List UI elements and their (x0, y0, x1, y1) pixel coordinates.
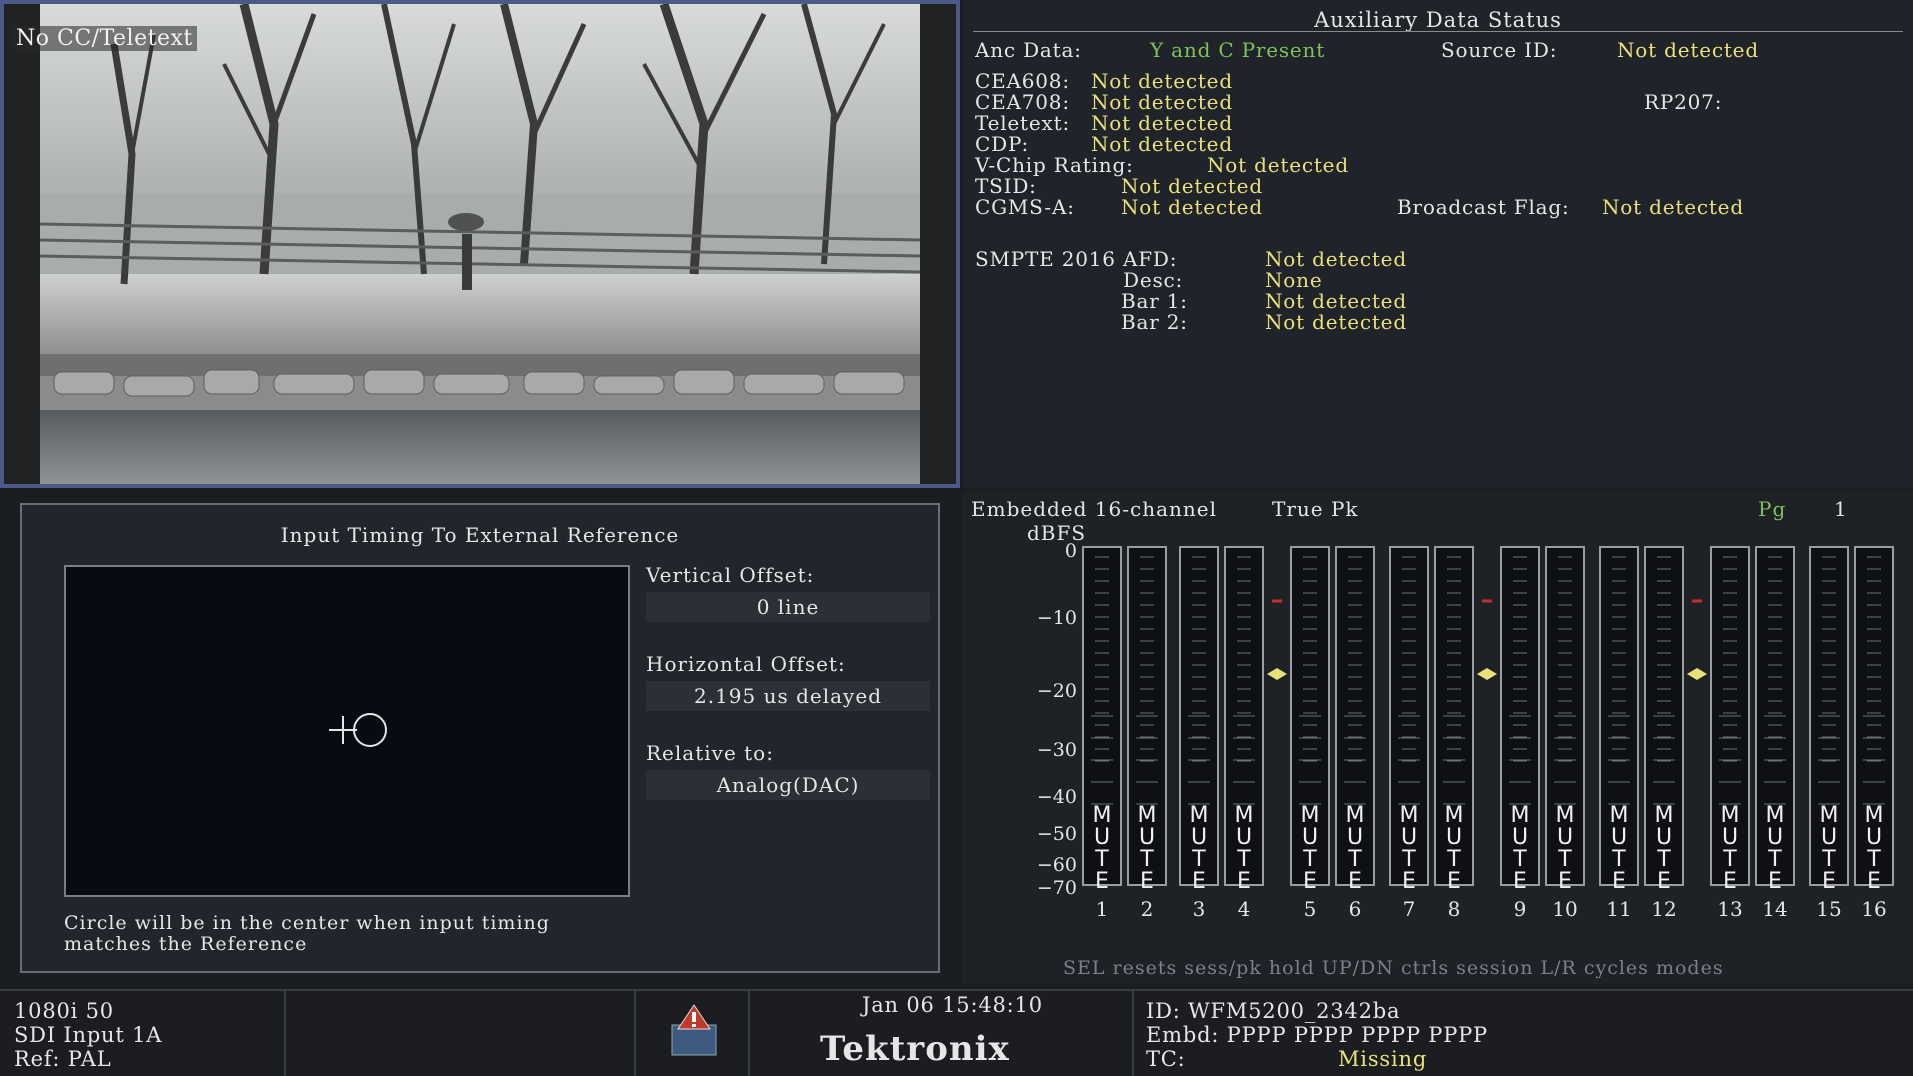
mute-letter: E (1192, 869, 1206, 894)
relative-to-label: Relative to: (646, 741, 774, 765)
broadcast-flag-value: Not detected (1602, 195, 1744, 219)
channel-number: 7 (1403, 897, 1416, 921)
input-source: SDI Input 1A (14, 1023, 163, 1047)
vertical-offset-value: 0 line (646, 592, 930, 622)
device-info-cell: ID: WFM5200_2342ba Embd: PPPP PPPP PPPP … (1134, 991, 1913, 1076)
broadcast-flag-label: Broadcast Flag: (1397, 195, 1570, 219)
mute-letter: E (1657, 869, 1671, 894)
audio-help-footer: SEL resets sess/pk hold UP/DN ctrls sess… (1063, 957, 1724, 979)
scale-label: −20 (1037, 680, 1077, 702)
timing-target (329, 713, 387, 747)
relative-to-value: Analog(DAC) (646, 770, 930, 800)
video-preview-panel: No CC/Teletext (0, 0, 960, 488)
alarm-warning-icon[interactable] (636, 991, 750, 1076)
audio-meter-panel: Embedded 16-channel True Pk Pg 1 dBFS 0−… (963, 491, 1913, 984)
source-id-value: Not detected (1617, 38, 1759, 62)
source-id-label: Source ID: (1441, 38, 1558, 62)
status-bar: 1080i 50 SDI Input 1A Ref: PAL Jan 06 15… (0, 989, 1913, 1076)
channel-number: 6 (1349, 897, 1362, 921)
scale-label: 0 (1065, 540, 1077, 562)
channel-number: 12 (1651, 897, 1676, 921)
channel-number: 11 (1606, 897, 1631, 921)
channel-number: 4 (1238, 897, 1251, 921)
channel-number: 8 (1448, 897, 1461, 921)
aux-title: Auxiliary Data Status (1314, 8, 1562, 32)
channel-number: 15 (1816, 897, 1841, 921)
timing-help-note: Circle will be in the center when input … (64, 912, 550, 955)
scale-label: −30 (1037, 739, 1077, 761)
embedded-audio-status: Embd: PPPP PPPP PPPP PPPP (1146, 1023, 1488, 1047)
scale-label: −50 (1037, 823, 1077, 845)
reference-level-marker (1267, 668, 1287, 680)
signal-info-cell: 1080i 50 SDI Input 1A Ref: PAL (0, 991, 286, 1076)
mute-letter: E (1402, 869, 1416, 894)
video-frame (4, 4, 956, 484)
audio-meters: 0−10−20−30−40−50−60−70MUTE1MUTE2MUTE3MUT… (1037, 540, 1894, 921)
anc-value: Y and C Present (1150, 38, 1326, 62)
channel-number: 10 (1552, 897, 1577, 921)
aux-title-divider (973, 31, 1903, 32)
timecode-label: TC: (1146, 1047, 1186, 1071)
channel-number: 9 (1514, 897, 1527, 921)
caption-status-label: No CC/Teletext (12, 26, 197, 51)
channel-number: 2 (1141, 897, 1154, 921)
cgms-label: CGMS-A: (975, 195, 1075, 219)
mute-letter: E (1768, 869, 1782, 894)
video-format: 1080i 50 (14, 999, 114, 1023)
mute-letter: E (1822, 869, 1836, 894)
bar2-label: Bar 2: (1121, 310, 1188, 334)
status-empty-cell (286, 991, 636, 1076)
scale-label: −70 (1037, 877, 1077, 899)
timing-title: Input Timing To External Reference (280, 523, 680, 547)
device-id: ID: WFM5200_2342ba (1146, 999, 1401, 1023)
mute-letter: E (1558, 869, 1572, 894)
mute-letter: E (1447, 869, 1461, 894)
scale-label: −10 (1037, 607, 1077, 629)
channel-number: 14 (1762, 897, 1787, 921)
vertical-offset-label: Vertical Offset: (646, 563, 815, 587)
rp207-label: RP207: (1644, 90, 1723, 114)
mute-letter: E (1612, 869, 1626, 894)
reference-level-marker (1687, 668, 1707, 680)
channel-number: 1 (1096, 897, 1109, 921)
scale-label: −40 (1037, 786, 1077, 808)
reference-level-marker (1477, 668, 1497, 680)
horizontal-offset-value: 2.195 us delayed (646, 681, 930, 711)
timecode-value: Missing (1338, 1047, 1428, 1071)
reference-source: Ref: PAL (14, 1047, 112, 1071)
bar2-value: Not detected (1265, 310, 1407, 334)
channel-number: 3 (1193, 897, 1206, 921)
channel-number: 16 (1861, 897, 1886, 921)
date-time: Jan 06 15:48:10 (862, 993, 1043, 1017)
cgms-value: Not detected (1121, 195, 1263, 219)
mute-letter: E (1237, 869, 1251, 894)
timing-graph (64, 565, 630, 897)
alarm-cell[interactable] (636, 991, 750, 1076)
scale-label: −60 (1037, 854, 1077, 876)
brand-logo: Tektronix (820, 1029, 1010, 1069)
mute-letter: E (1867, 869, 1881, 894)
timing-circle-indicator (353, 713, 387, 747)
input-timing-panel: Input Timing To External Reference Verti… (20, 503, 940, 973)
horizontal-offset-label: Horizontal Offset: (646, 652, 846, 676)
mute-letter: E (1513, 869, 1527, 894)
channel-number: 5 (1304, 897, 1317, 921)
channel-number: 13 (1717, 897, 1742, 921)
anc-label: Anc Data: (975, 38, 1082, 62)
auxiliary-data-panel: Auxiliary Data Status Anc Data: Y and C … (963, 0, 1913, 488)
mute-letter: E (1303, 869, 1317, 894)
mute-letter: E (1348, 869, 1362, 894)
mute-letter: E (1095, 869, 1109, 894)
brand-cell: Jan 06 15:48:10 Tektronix (750, 991, 1134, 1076)
mute-letter: E (1723, 869, 1737, 894)
mute-letter: E (1140, 869, 1154, 894)
